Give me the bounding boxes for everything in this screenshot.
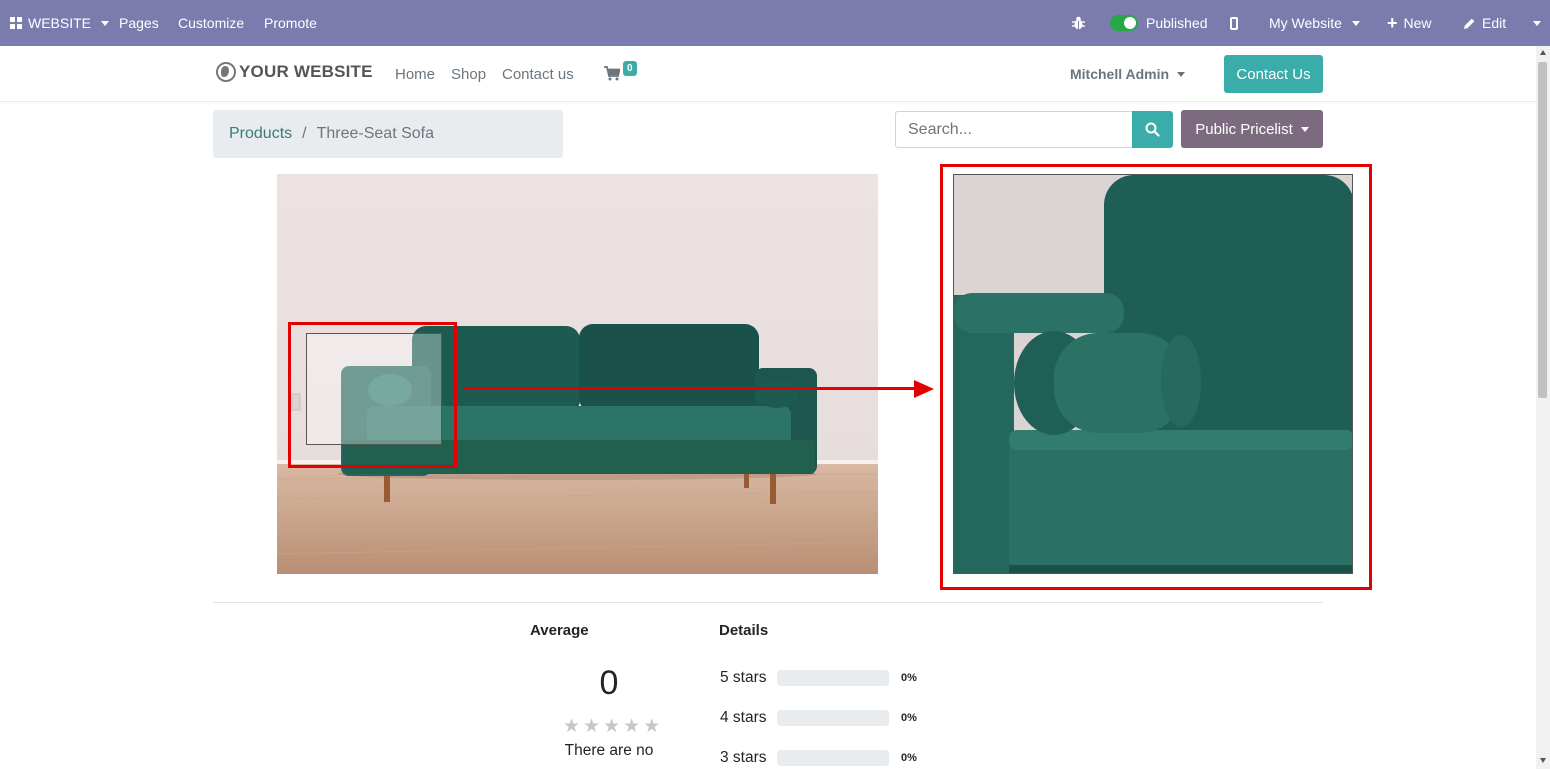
new-button[interactable]: + New (1387, 0, 1432, 46)
star-icon: ★ (623, 716, 641, 737)
published-label: Published (1146, 15, 1208, 31)
page-scrollbar[interactable] (1536, 46, 1550, 769)
rating-row-5[interactable]: 5 stars 0% (720, 669, 917, 687)
average-title: Average (530, 622, 589, 639)
annotation-arrow-head (914, 380, 934, 398)
rating-progress-bar (777, 750, 889, 766)
search-icon (1145, 122, 1160, 137)
scroll-up-arrow-icon[interactable] (1540, 50, 1546, 55)
star-icon: ★ (583, 716, 601, 737)
star-icon: ★ (643, 716, 661, 737)
zoom-highlight-frame (940, 164, 1372, 590)
rating-progress-bar (777, 670, 889, 686)
edit-button[interactable]: Edit (1463, 0, 1506, 46)
breadcrumb-products-link[interactable]: Products (229, 125, 292, 143)
rating-row-3[interactable]: 3 stars 0% (720, 749, 917, 767)
pricelist-label: Public Pricelist (1195, 120, 1293, 138)
contact-us-button[interactable]: Contact Us (1224, 55, 1323, 93)
rating-label: 3 stars (720, 749, 767, 766)
published-toggle[interactable]: Published (1110, 0, 1208, 46)
zoom-lens-highlight (288, 322, 457, 468)
search-button[interactable] (1132, 111, 1173, 148)
nav-contact-us-label: Contact us (502, 65, 574, 83)
chevron-down-icon (1533, 20, 1541, 26)
debug-button[interactable] (1072, 0, 1085, 46)
nav-shop[interactable]: Shop (451, 46, 486, 102)
bug-icon (1072, 16, 1085, 30)
apps-grid-icon (10, 17, 22, 29)
toggle-switch-icon (1110, 15, 1138, 31)
rating-percent: 0% (901, 752, 917, 764)
nav-contact-us[interactable]: Contact us (502, 46, 574, 102)
breadcrumb-separator: / (302, 125, 307, 142)
pricelist-dropdown[interactable]: Public Pricelist (1181, 110, 1323, 148)
edit-label: Edit (1482, 15, 1507, 31)
details-title: Details (719, 622, 769, 639)
section-divider (213, 602, 1323, 603)
more-menu-toggle[interactable] (1533, 0, 1541, 46)
star-icon: ★ (563, 716, 581, 737)
chevron-down-icon (1300, 126, 1309, 132)
user-name: Mitchell Admin (1070, 66, 1170, 82)
chevron-down-icon (1351, 20, 1360, 26)
shopping-cart-icon (604, 66, 621, 81)
chevron-down-icon (1177, 71, 1186, 77)
menu-pages[interactable]: Pages (119, 0, 159, 46)
rating-label: 4 stars (720, 709, 767, 726)
new-label: New (1403, 15, 1432, 31)
globe-icon (216, 62, 236, 82)
rating-percent: 0% (901, 672, 917, 684)
site-selector[interactable]: My Website (1269, 0, 1360, 46)
nav-home[interactable]: Home (395, 46, 435, 102)
average-rating-value: 0 (599, 664, 619, 702)
breadcrumb-current: Three-Seat Sofa (316, 125, 434, 142)
plus-icon: + (1387, 13, 1398, 33)
cart-count-badge: 0 (623, 61, 637, 76)
rating-label: 5 stars (720, 669, 767, 686)
menu-promote-label: Promote (264, 15, 317, 31)
mobile-preview-button[interactable] (1230, 0, 1238, 46)
menu-pages-label: Pages (119, 15, 159, 31)
admin-top-bar: WEBSITE Pages Customize Promote Publishe… (0, 0, 1550, 46)
mobile-icon (1230, 16, 1238, 30)
rating-row-4[interactable]: 4 stars 0% (720, 709, 917, 727)
cart-link[interactable] (604, 66, 621, 86)
logo-text: YOUR WEBSITE (239, 62, 373, 81)
app-menu-button[interactable]: WEBSITE (10, 0, 110, 46)
average-stars: ★ ★ ★ ★ ★ (563, 715, 660, 738)
rating-progress-bar (777, 710, 889, 726)
app-menu-label: WEBSITE (28, 15, 92, 31)
menu-customize[interactable]: Customize (178, 0, 244, 46)
scroll-down-arrow-icon[interactable] (1540, 758, 1546, 763)
user-menu[interactable]: Mitchell Admin (1070, 46, 1186, 102)
nav-shop-label: Shop (451, 65, 487, 83)
breadcrumb: Products / Three-Seat Sofa (213, 110, 563, 158)
no-reviews-text: There are no (564, 742, 654, 759)
menu-promote[interactable]: Promote (264, 0, 317, 46)
nav-home-label: Home (395, 65, 436, 83)
star-icon: ★ (603, 716, 621, 737)
chevron-down-icon (101, 20, 110, 26)
site-header: YOUR WEBSITE Home Shop Contact us Mitche… (0, 46, 1536, 102)
site-selector-label: My Website (1269, 15, 1342, 31)
scrollbar-thumb[interactable] (1538, 62, 1547, 398)
menu-customize-label: Customize (178, 15, 245, 31)
rating-percent: 0% (901, 712, 917, 724)
pencil-icon (1464, 18, 1475, 29)
search-input[interactable] (895, 111, 1133, 148)
site-logo[interactable]: YOUR WEBSITE (216, 62, 373, 82)
annotation-arrow (463, 387, 918, 390)
